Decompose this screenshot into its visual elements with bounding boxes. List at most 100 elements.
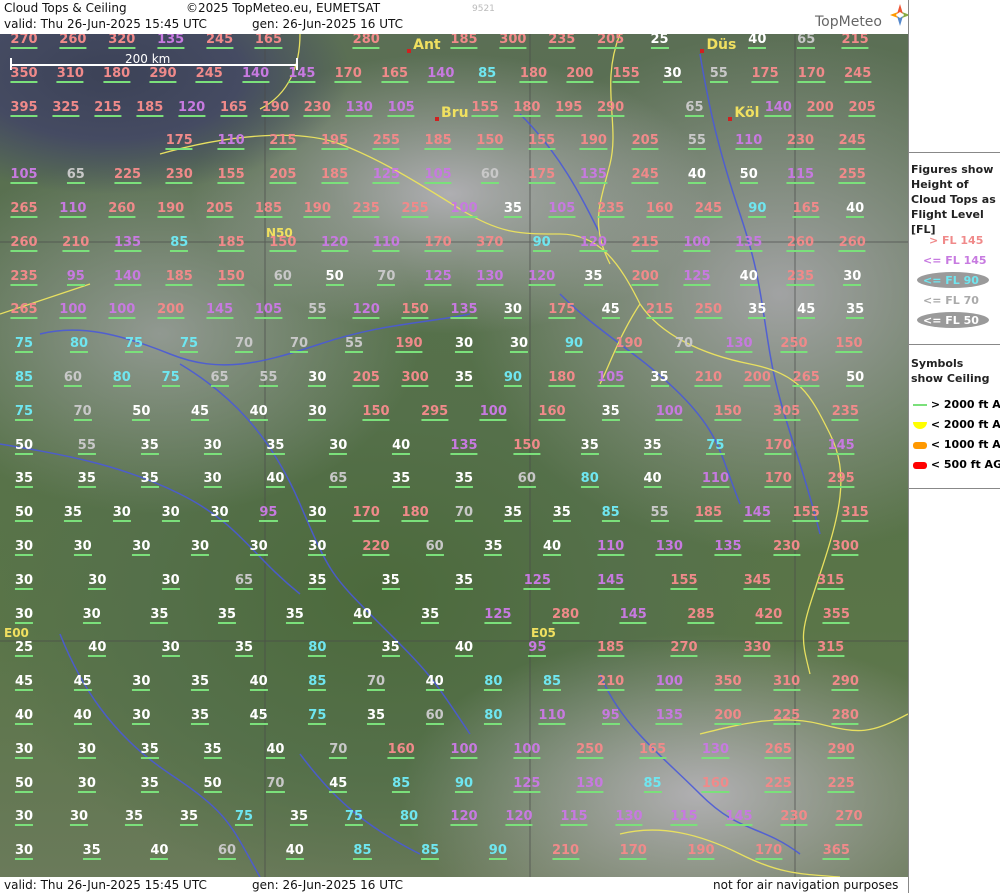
cloud-top-value: 30	[112, 505, 131, 523]
cloud-top-value: 95	[259, 505, 278, 523]
cloud-top-value: 235	[786, 268, 815, 286]
cloud-top-value: 135	[157, 34, 185, 49]
cloud-top-value: 90	[748, 201, 767, 218]
city-label-köl: Köl	[734, 104, 760, 121]
cloud-top-value: 95	[66, 268, 85, 286]
cloud-top-value: 140	[427, 65, 455, 83]
cloud-top-value: 65	[329, 471, 348, 489]
cloud-top-value: 310	[56, 65, 84, 83]
cloud-top-value: 70	[366, 674, 386, 692]
cloud-top-value: 120	[450, 809, 478, 827]
cloud-top-value: 210	[597, 674, 625, 692]
cloud-top-value: 150	[835, 336, 863, 354]
cloud-top-value: 315	[817, 640, 845, 658]
cloud-top-value: 55	[709, 65, 728, 83]
cloud-top-value: 70	[674, 336, 694, 354]
cloud-top-value: 35	[454, 572, 474, 590]
cloud-top-value: 150	[217, 268, 245, 286]
cloud-top-value: 35	[82, 843, 101, 861]
cloud-top-value: 300	[499, 34, 527, 49]
cloud-top-value: 125	[523, 572, 551, 590]
legend-fl-high: > FL 145	[929, 234, 984, 247]
cloud-top-value: 125	[372, 167, 400, 185]
cloud-top-value: 310	[773, 674, 801, 692]
cloud-top-value: 155	[528, 133, 556, 151]
cloud-top-value: 30	[210, 505, 229, 523]
cloud-top-value: 80	[484, 708, 503, 725]
cloud-top-value: 200	[566, 65, 594, 83]
cloud-top-value: 350	[714, 674, 742, 692]
cloud-top-value: 155	[670, 572, 698, 590]
cloud-top-value: 40	[353, 606, 372, 624]
cloud-top-value: 35	[381, 572, 400, 590]
cloud-top-value: 100	[683, 234, 711, 252]
cloud-top-value: 170	[424, 234, 452, 252]
cloud-top-value: 30	[203, 437, 222, 455]
cloud-top-value: 190	[303, 201, 331, 218]
scale-label: 200 km	[125, 52, 171, 66]
cloud-top-value: 40	[687, 167, 706, 185]
cloud-top-value: 80	[308, 640, 327, 658]
map-title: Cloud Tops & Ceiling	[4, 1, 127, 15]
cloud-top-value: 35	[124, 809, 144, 827]
cloud-top-value: 220	[362, 539, 390, 556]
cloud-top-value: 245	[694, 201, 723, 218]
cloud-top-value: 35	[14, 471, 34, 489]
cloud-top-value: 330	[743, 640, 771, 658]
legend-sym-yellow: < 2000 ft AGL	[913, 418, 1000, 431]
cloud-top-value: 285	[687, 606, 715, 624]
cloud-top-value: 95	[601, 708, 620, 725]
satellite-map[interactable]: N50 E00 E05 200 km 270 260 320 135 245 165 280…	[0, 34, 908, 877]
cloud-top-value: 180	[548, 370, 576, 387]
cloud-top-value: 180	[401, 505, 429, 523]
cloud-top-value: 115	[786, 167, 815, 185]
cloud-top-value: 175	[751, 65, 779, 83]
cloud-top-value: 35	[580, 437, 599, 455]
cloud-top-value: 295	[421, 403, 449, 421]
cloud-top-value: 160	[538, 403, 566, 421]
cloud-top-value: 225	[764, 775, 792, 793]
cloud-top-value: 25	[14, 640, 34, 658]
cloud-top-value: 205	[352, 370, 380, 387]
cloud-top-value: 35	[140, 437, 159, 455]
cloud-top-value: 35	[392, 471, 411, 489]
cloud-top-value: 130	[615, 809, 643, 827]
cloud-top-value: 135	[113, 234, 142, 252]
cloud-top-value: 160	[701, 775, 729, 793]
cloud-top-value: 100	[108, 302, 136, 320]
cloud-top-value: 30	[88, 572, 107, 590]
cloud-top-value: 100	[655, 674, 683, 692]
cloud-top-value: 150	[714, 403, 742, 421]
cloud-top-value: 65	[797, 34, 816, 49]
cloud-top-value: 365	[822, 843, 850, 861]
cloud-top-value: 80	[580, 471, 599, 489]
cloud-top-value: 190	[687, 843, 715, 861]
cloud-top-value: 55	[344, 336, 364, 354]
legend-symbols-header: Symbols show Ceiling	[911, 357, 990, 385]
cloud-top-value: 75	[161, 370, 180, 387]
cloud-top-value: 125	[424, 268, 452, 286]
cloud-top-value: 30	[190, 539, 210, 556]
cloud-top-value: 395	[10, 99, 38, 117]
cloud-top-value: 270	[670, 640, 698, 658]
cloud-top-value: 155	[612, 65, 640, 83]
cloud-top-value: 90	[532, 234, 551, 252]
cloud-top-value: 250	[576, 741, 604, 759]
city-label-bru: Bru	[441, 104, 469, 121]
cloud-top-value: 120	[579, 234, 607, 252]
cloud-top-value: 55	[687, 133, 706, 151]
cloud-top-value: 30	[77, 775, 96, 793]
cloud-top-value: 85	[601, 505, 620, 523]
cloud-top-value: 185	[136, 99, 164, 117]
image-code: 9521	[472, 4, 495, 14]
cloud-top-value: 30	[161, 572, 180, 590]
cloud-top-value: 140	[764, 99, 792, 117]
cloud-top-value: 100	[59, 302, 87, 320]
cloud-top-value: 40	[150, 843, 169, 861]
cloud-top-value: 130	[655, 539, 683, 556]
cloud-top-value: 255	[401, 201, 429, 218]
cloud-top-value: 60	[273, 268, 292, 286]
cloud-top-value: 150	[513, 437, 541, 455]
cloud-top-value: 30	[77, 741, 96, 759]
cloud-top-value: 30	[503, 302, 522, 320]
